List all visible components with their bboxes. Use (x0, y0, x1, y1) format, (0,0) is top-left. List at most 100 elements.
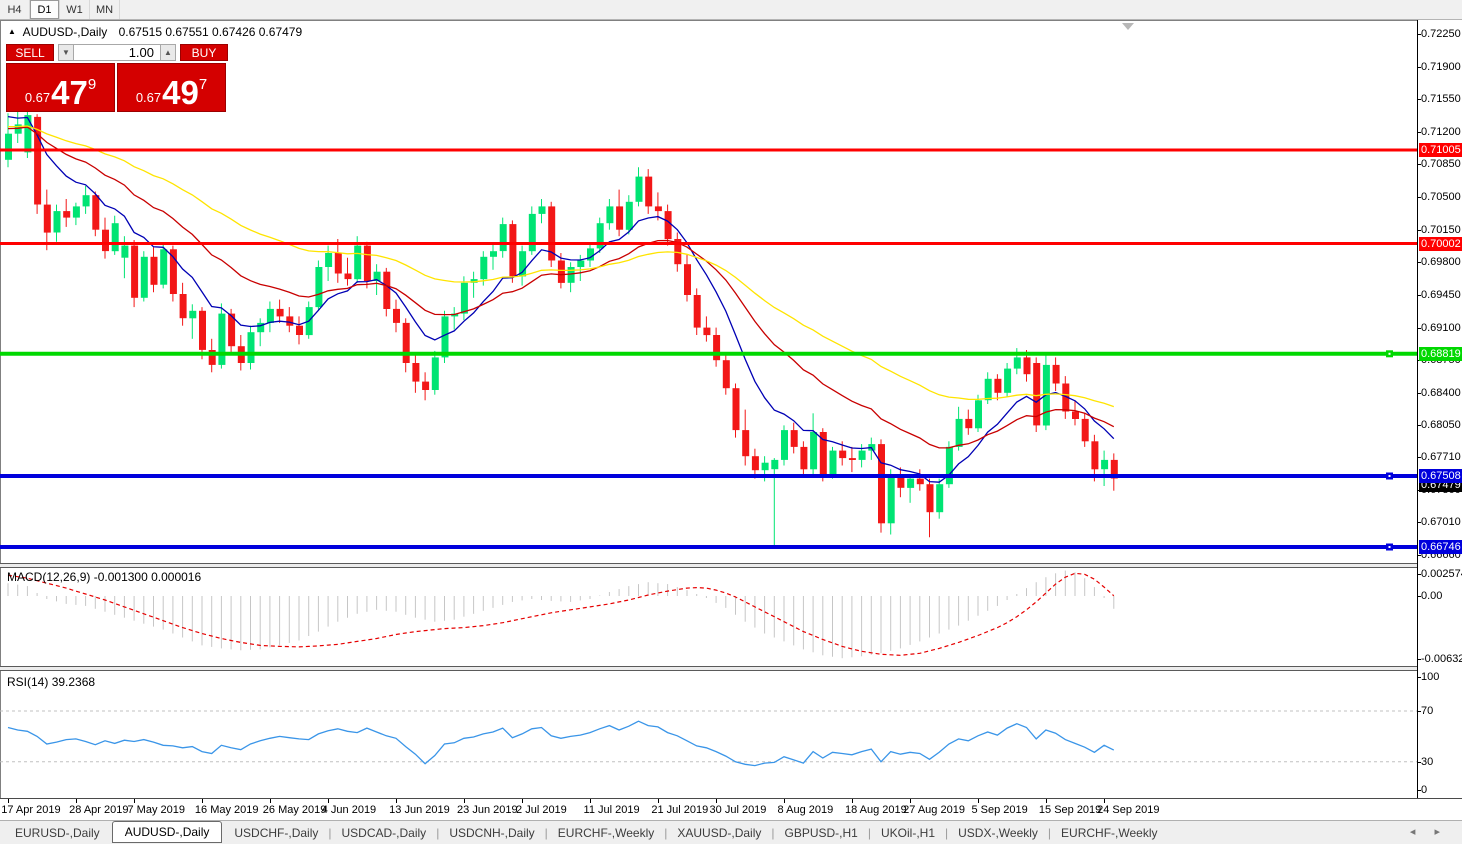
chart-tab-usdcad-daily[interactable]: USDCAD-,Daily (333, 823, 436, 843)
price-chart[interactable] (0, 20, 1417, 798)
candle-body (752, 456, 759, 470)
line-handle-dot (1389, 353, 1391, 355)
price-tick-label: 0.71900 (1421, 60, 1461, 74)
date-tick-mark (1046, 799, 1047, 803)
buy-price-button[interactable]: 0.67 49 7 (117, 63, 226, 112)
candle-body (383, 272, 390, 309)
macd-tick-label: 0.00 (1421, 589, 1442, 603)
sell-price-pip: 9 (88, 66, 96, 104)
fast-ma-line (8, 117, 1114, 483)
candle-body (965, 419, 972, 428)
buy-button[interactable]: BUY (180, 44, 228, 61)
buy-price-prefix: 0.67 (136, 88, 161, 108)
chart-tab-bar: EURUSD-,DailyAUDUSD-,DailyUSDCHF-,Daily|… (0, 820, 1462, 844)
macd-indicator-label: MACD(12,26,9) -0.001300 0.000016 (7, 570, 201, 584)
candle-body (694, 295, 701, 328)
candle-body (461, 283, 468, 314)
candle-body (354, 246, 361, 280)
chart-tab-usdcnh-daily[interactable]: USDCNH-,Daily (440, 823, 543, 843)
candle-body (509, 224, 516, 276)
chart-tab-usdx-weekly[interactable]: USDX-,Weekly (949, 823, 1047, 843)
candle-body (917, 479, 924, 485)
candle-body (771, 460, 778, 469)
candle-body (830, 451, 837, 475)
candle-body (703, 328, 710, 336)
candle-body (121, 246, 128, 258)
candle-body (325, 253, 332, 267)
date-tick-mark (202, 799, 203, 803)
sell-button[interactable]: SELL (6, 44, 54, 61)
chart-shift-marker-icon[interactable] (1122, 23, 1134, 30)
chart-tab-eurchf-weekly[interactable]: EURCHF-,Weekly (549, 823, 663, 843)
sell-price-prefix: 0.67 (25, 88, 50, 108)
date-tick-mark (76, 799, 77, 803)
date-tick-mark (910, 799, 911, 803)
date-tick-mark (852, 799, 853, 803)
price-tick-label: 0.71200 (1421, 125, 1461, 139)
tab-scroll-arrows-icon[interactable]: ◂ ▸ (1410, 825, 1448, 838)
candle-body (1082, 419, 1089, 441)
price-tick-label: 0.72250 (1421, 27, 1461, 41)
price-axis[interactable]: 0.722500.719000.715500.712000.708500.705… (1417, 20, 1462, 798)
chart-tab-eurchf-weekly[interactable]: EURCHF-,Weekly (1052, 823, 1166, 843)
candle-body (131, 246, 138, 298)
chart-tab-usdchf-daily[interactable]: USDCHF-,Daily (225, 823, 327, 843)
timeframe-toolbar: H4 D1 W1 MN (0, 0, 1462, 20)
candle-body (442, 316, 449, 357)
one-click-trade-panel: SELL ▼ 1.00 ▲ BUY 0.67 47 9 0.67 49 7 (6, 44, 228, 112)
date-tick-label: 21 Jul 2019 (651, 804, 708, 816)
candle-body (733, 388, 740, 430)
candle-body (558, 261, 565, 283)
date-tick-label: 4 Jun 2019 (322, 804, 376, 816)
candle-body (742, 430, 749, 456)
mt4-window: H4 D1 W1 MN ▲ AUDUSD-,Daily 0.67515 0.67… (0, 0, 1462, 844)
candle-body (859, 451, 866, 460)
date-tick-mark (784, 799, 785, 803)
candle-body (1024, 357, 1031, 374)
volume-increase-icon[interactable]: ▲ (160, 44, 176, 61)
date-tick-label: 15 Sep 2019 (1039, 804, 1101, 816)
candle-body (665, 211, 672, 239)
chart-tab-audusd-daily[interactable]: AUDUSD-,Daily (112, 821, 223, 843)
timeframe-mn-button[interactable]: MN (90, 0, 120, 19)
date-tick-label: 28 Apr 2019 (69, 804, 128, 816)
volume-input[interactable]: 1.00 (74, 44, 160, 61)
chart-tab-eurusd-daily[interactable]: EURUSD-,Daily (6, 823, 109, 843)
candle-body (839, 451, 846, 459)
timeframe-d1-button[interactable]: D1 (30, 0, 60, 19)
candle-body (878, 444, 885, 523)
collapse-panel-icon[interactable]: ▲ (8, 27, 16, 36)
macd-signal-line (8, 573, 1114, 655)
candle-body (956, 419, 963, 447)
sell-price-button[interactable]: 0.67 47 9 (6, 63, 115, 112)
volume-decrease-icon[interactable]: ▼ (58, 44, 74, 61)
candle-body (626, 202, 633, 230)
candle-body (24, 115, 31, 152)
date-tick-label: 11 Jul 2019 (584, 804, 640, 816)
date-tick-label: 23 Jun 2019 (457, 804, 518, 816)
candle-body (888, 475, 895, 524)
chart-tab-xauusd-daily[interactable]: XAUUSD-,Daily (668, 823, 770, 843)
candle-body (364, 246, 371, 281)
date-tick-mark (978, 799, 979, 803)
candle-body (1014, 357, 1021, 368)
candle-body (577, 261, 584, 268)
date-axis[interactable]: 17 Apr 201928 Apr 20197 May 201916 May 2… (0, 798, 1462, 819)
candle-body (500, 224, 507, 251)
price-tick-label: 0.71550 (1421, 92, 1461, 106)
candle-body (684, 264, 691, 295)
candle-body (141, 257, 148, 298)
rsi-line (8, 721, 1114, 765)
timeframe-w1-button[interactable]: W1 (60, 0, 90, 19)
chart-tab-gbpusd-h1[interactable]: GBPUSD-,H1 (776, 823, 867, 843)
candle-body (907, 479, 914, 488)
date-tick-mark (1104, 799, 1105, 803)
chart-tab-ukoil-h1[interactable]: UKOil-,H1 (872, 823, 944, 843)
timeframe-h4-button[interactable]: H4 (0, 0, 30, 19)
candle-body (170, 249, 177, 294)
date-tick-mark (270, 799, 271, 803)
price-tick-label: 0.69450 (1421, 288, 1461, 302)
candle-body (645, 177, 652, 207)
line-handle-dot (1389, 546, 1391, 548)
candle-body (393, 309, 400, 323)
